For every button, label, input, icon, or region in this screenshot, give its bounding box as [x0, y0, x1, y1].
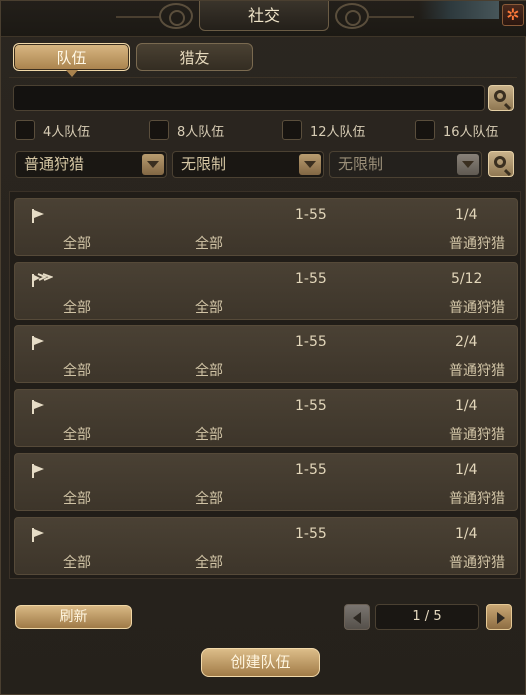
corner-art	[419, 1, 499, 19]
search-icon	[494, 90, 506, 102]
team-row[interactable]: 1-55 5/12 全部 全部 普通狩猎	[14, 262, 518, 320]
level-range: 1-55	[295, 334, 327, 350]
filter-select-2[interactable]: 无限制	[172, 151, 324, 178]
member-count: 1/4	[455, 462, 478, 478]
checkbox-8-team[interactable]: 8人队伍	[149, 119, 224, 141]
team-filter-b: 全部	[195, 363, 223, 379]
next-page-icon[interactable]	[486, 604, 512, 630]
team-row[interactable]: 1-55 1/4 全部 全部 普通狩猎	[14, 517, 518, 575]
team-filter-a: 全部	[63, 363, 91, 379]
social-panel: 社交 ✲ 队伍 猎友 4人队伍 8人队伍 12人队伍 16人队伍 普通狩猎 无限…	[0, 0, 526, 695]
team-filter-a: 全部	[63, 236, 91, 252]
team-list: 1-55 1/4 全部 全部 普通狩猎 1-55 5/12 全部 全部 普通狩猎…	[9, 191, 521, 579]
select-value: 无限制	[181, 155, 227, 173]
team-filter-b: 全部	[195, 236, 223, 252]
chevron-down-icon[interactable]	[299, 154, 321, 175]
checkbox-box[interactable]	[149, 120, 169, 140]
hunt-mode: 普通狩猎	[449, 491, 505, 507]
level-range: 1-55	[295, 462, 327, 478]
team-row[interactable]: 1-55 1/4 全部 全部 普通狩猎	[14, 198, 518, 256]
checkbox-4-team[interactable]: 4人队伍	[15, 119, 90, 141]
team-filter-a: 全部	[63, 491, 91, 507]
select-value: 无限制	[338, 155, 384, 173]
hunt-mode-select[interactable]: 普通狩猎	[15, 151, 167, 178]
team-filter-b: 全部	[195, 555, 223, 571]
level-range: 1-55	[295, 526, 327, 542]
single-flag-icon	[32, 400, 44, 414]
select-value: 普通狩猎	[24, 155, 85, 173]
search-input[interactable]	[13, 85, 485, 111]
search-button[interactable]	[488, 85, 514, 111]
tab-hunting-friends[interactable]: 猎友	[136, 43, 253, 71]
chevron-down-icon[interactable]	[142, 154, 164, 175]
team-filter-b: 全部	[195, 491, 223, 507]
hunt-mode: 普通狩猎	[449, 236, 505, 252]
refresh-button[interactable]: 刷新	[15, 605, 132, 629]
search-icon	[494, 156, 506, 168]
checkbox-label: 4人队伍	[43, 124, 91, 140]
team-filter-b: 全部	[195, 300, 223, 316]
team-filter-a: 全部	[63, 427, 91, 443]
member-count: 1/4	[455, 398, 478, 414]
close-button[interactable]: ✲	[502, 4, 524, 26]
swirl-ornament-left-icon	[159, 3, 193, 29]
filter-search-button[interactable]	[488, 151, 514, 177]
checkbox-16-team[interactable]: 16人队伍	[415, 119, 499, 141]
member-count: 2/4	[455, 334, 478, 350]
hunt-mode: 普通狩猎	[449, 363, 505, 379]
checkbox-label: 16人队伍	[443, 124, 499, 140]
hunt-mode: 普通狩猎	[449, 300, 505, 316]
member-count: 1/4	[455, 207, 478, 223]
title-ornament-left	[116, 16, 161, 18]
page-indicator: 1 / 5	[375, 604, 479, 630]
title-bar: 社交 ✲	[1, 1, 526, 37]
single-flag-icon	[32, 464, 44, 478]
single-flag-icon	[32, 528, 44, 542]
team-filter-a: 全部	[63, 555, 91, 571]
checkbox-box[interactable]	[15, 120, 35, 140]
team-filter-b: 全部	[195, 427, 223, 443]
hunt-mode: 普通狩猎	[449, 555, 505, 571]
team-row[interactable]: 1-55 2/4 全部 全部 普通狩猎	[14, 325, 518, 383]
prev-page-icon[interactable]	[344, 604, 370, 630]
team-row[interactable]: 1-55 1/4 全部 全部 普通狩猎	[14, 389, 518, 447]
team-filter-a: 全部	[63, 300, 91, 316]
title-ornament-right	[369, 16, 414, 18]
hunt-mode: 普通狩猎	[449, 427, 505, 443]
tab-team[interactable]: 队伍	[13, 43, 130, 77]
checkbox-box[interactable]	[415, 120, 435, 140]
level-range: 1-55	[295, 398, 327, 414]
checkbox-12-team[interactable]: 12人队伍	[282, 119, 366, 141]
single-flag-icon	[32, 209, 44, 223]
checkbox-label: 12人队伍	[310, 124, 366, 140]
checkbox-label: 8人队伍	[177, 124, 225, 140]
window-title: 社交	[199, 1, 329, 31]
member-count: 5/12	[451, 271, 483, 287]
checkbox-box[interactable]	[282, 120, 302, 140]
swirl-ornament-right-icon	[335, 3, 369, 29]
level-range: 1-55	[295, 271, 327, 287]
create-team-button[interactable]: 创建队伍	[201, 648, 320, 677]
member-count: 1/4	[455, 526, 478, 542]
multi-flag-icon	[32, 273, 53, 287]
single-flag-icon	[32, 336, 44, 350]
filter-select-3[interactable]: 无限制	[329, 151, 482, 178]
divider	[9, 77, 517, 78]
level-range: 1-55	[295, 207, 327, 223]
chevron-down-icon[interactable]	[457, 154, 479, 175]
team-row[interactable]: 1-55 1/4 全部 全部 普通狩猎	[14, 453, 518, 511]
